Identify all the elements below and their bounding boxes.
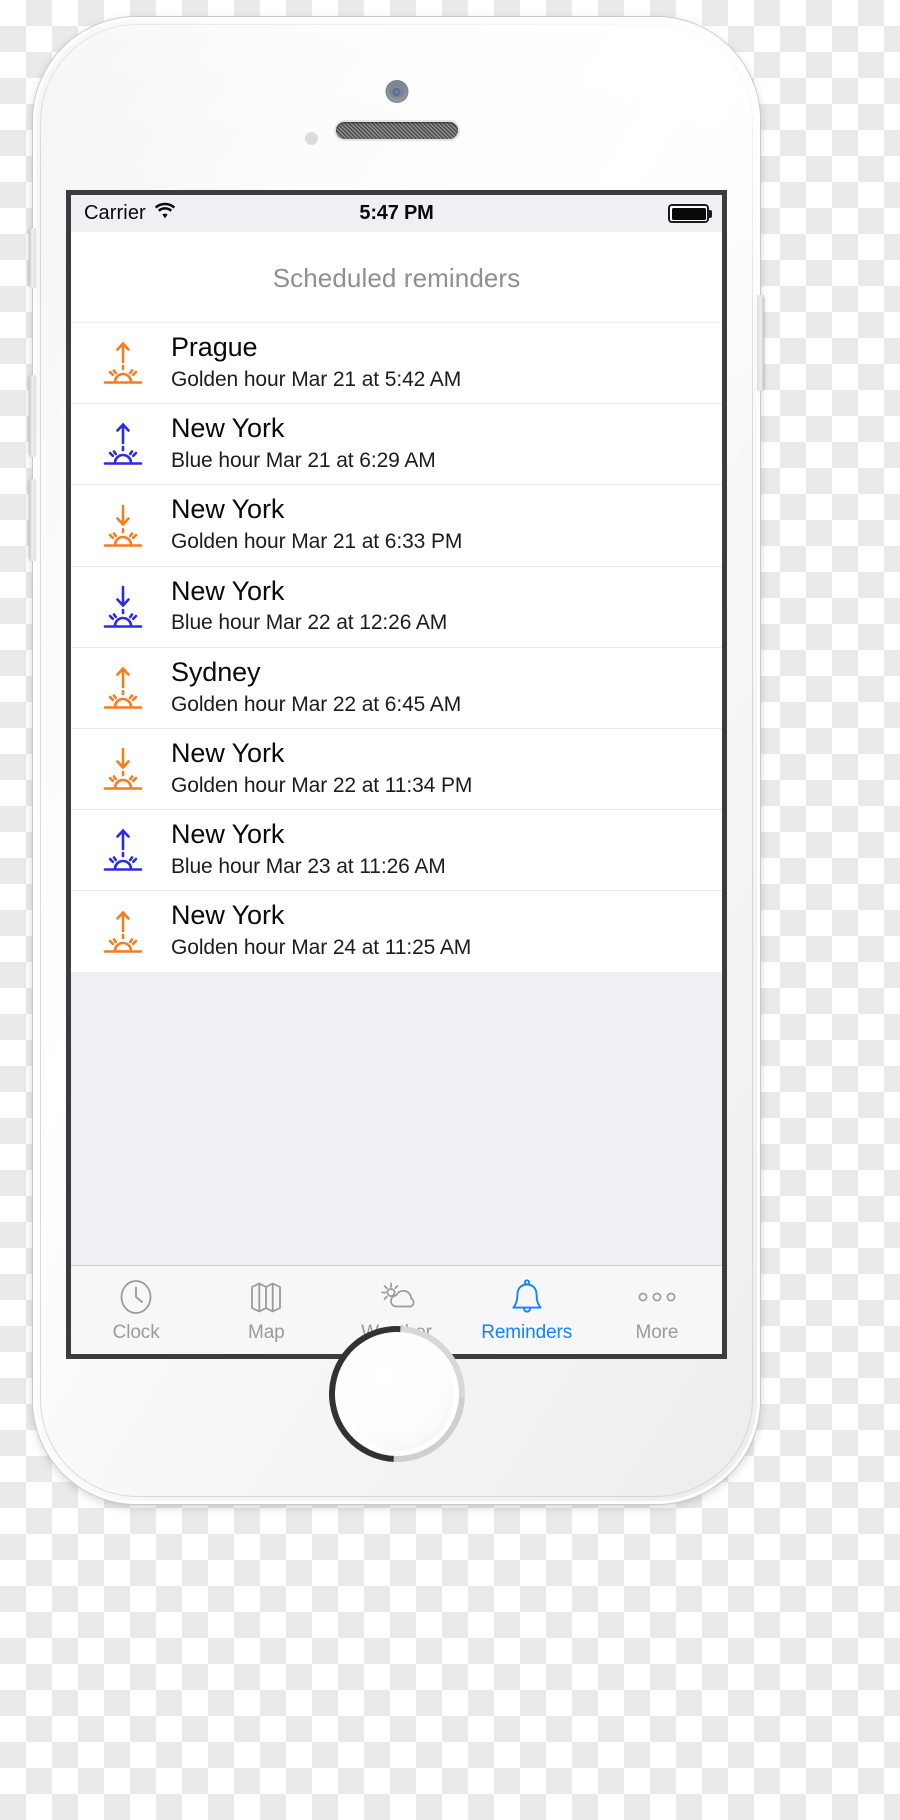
- status-bar-right: [668, 204, 712, 223]
- list-item-text: New York Blue hour Mar 21 at 6:29 AM: [171, 413, 722, 475]
- sun-cloud-icon: [377, 1277, 417, 1317]
- tab-more[interactable]: More: [592, 1266, 722, 1354]
- list-item-city: New York: [171, 413, 285, 444]
- sunset-down-arrow-icon: [95, 498, 151, 554]
- tab-reminders[interactable]: Reminders: [462, 1266, 592, 1354]
- sunset-down-arrow-icon: [95, 579, 151, 635]
- list-item-detail: Golden hour Mar 24 at 11:25 AM: [171, 936, 472, 960]
- screen-content: Scheduled reminders Prague Golden hour M…: [71, 232, 722, 1266]
- tab-map[interactable]: Map: [201, 1266, 331, 1354]
- sunset-down-arrow-icon: [95, 741, 151, 797]
- carrier-label: Carrier: [84, 202, 146, 224]
- power-button[interactable]: [757, 295, 764, 391]
- list-item-detail: Blue hour Mar 23 at 11:26 AM: [171, 855, 446, 879]
- list-item-detail: Golden hour Mar 22 at 11:34 PM: [171, 773, 473, 797]
- list-item-city: New York: [171, 819, 285, 850]
- sunrise-up-arrow-icon: [95, 660, 151, 716]
- reminders-list: Prague Golden hour Mar 21 at 5:42 AM New…: [71, 322, 722, 972]
- list-item[interactable]: Sydney Golden hour Mar 22 at 6:45 AM: [71, 646, 722, 729]
- list-item[interactable]: New York Golden hour Mar 24 at 11:25 AM: [71, 890, 722, 972]
- list-item-city: Sydney: [171, 656, 261, 687]
- volume-up-button[interactable]: [29, 375, 36, 457]
- list-item-detail: Golden hour Mar 22 at 6:45 AM: [171, 692, 462, 716]
- list-item-detail: Golden hour Mar 21 at 6:33 PM: [171, 530, 463, 554]
- bell-icon: [508, 1277, 546, 1317]
- list-item-detail: Blue hour Mar 22 at 12:26 AM: [171, 611, 448, 635]
- tab-label: Map: [247, 1321, 285, 1343]
- wifi-icon: [154, 202, 176, 225]
- tab-label: More: [635, 1321, 679, 1343]
- battery-cap: [709, 209, 712, 218]
- phone-screen: Carrier 5:47 PM Scheduled reminders Prag…: [71, 195, 722, 1354]
- proximity-sensor-icon: [305, 132, 318, 145]
- battery-fill: [671, 207, 706, 220]
- list-item-city: New York: [171, 738, 285, 769]
- list-item-detail: Golden hour Mar 21 at 5:42 AM: [171, 367, 462, 391]
- phone-device: Carrier 5:47 PM Scheduled reminders Prag…: [29, 17, 764, 1504]
- mute-switch-button[interactable]: [29, 228, 36, 288]
- battery-icon: [668, 204, 712, 223]
- tab-label: Clock: [112, 1321, 160, 1343]
- home-button[interactable]: [300, 1297, 493, 1491]
- list-item[interactable]: New York Golden hour Mar 22 at 11:34 PM: [71, 728, 722, 810]
- tab-label: Reminders: [481, 1321, 573, 1343]
- ellipsis-icon: [635, 1277, 679, 1317]
- status-bar-left: Carrier: [84, 202, 176, 225]
- list-item[interactable]: New York Golden hour Mar 21 at 6:33 PM: [71, 484, 722, 566]
- list-item-city: New York: [171, 494, 285, 525]
- tab-clock[interactable]: Clock: [71, 1266, 201, 1354]
- list-item[interactable]: New York Blue hour Mar 23 at 11:26 AM: [71, 809, 722, 891]
- empty-list-area: [71, 971, 722, 1266]
- earpiece-speaker: [335, 122, 458, 139]
- list-item[interactable]: New York Blue hour Mar 21 at 6:29 AM: [71, 403, 722, 485]
- list-item-detail: Blue hour Mar 21 at 6:29 AM: [171, 449, 436, 473]
- list-item-text: Prague Golden hour Mar 21 at 5:42 AM: [171, 332, 722, 394]
- list-item-text: New York Blue hour Mar 23 at 11:26 AM: [171, 819, 722, 881]
- volume-down-button[interactable]: [29, 479, 36, 561]
- list-item[interactable]: Prague Golden hour Mar 21 at 5:42 AM: [71, 322, 722, 404]
- clock-icon: [117, 1277, 155, 1317]
- page-title: Scheduled reminders: [71, 232, 722, 322]
- list-item-text: New York Golden hour Mar 24 at 11:25 AM: [171, 900, 722, 962]
- list-item-city: New York: [171, 575, 285, 606]
- list-item-text: New York Blue hour Mar 22 at 12:26 AM: [171, 576, 722, 638]
- list-item-text: New York Golden hour Mar 22 at 11:34 PM: [171, 738, 722, 800]
- sunrise-up-arrow-icon: [95, 335, 151, 391]
- home-button-surface: [344, 1342, 449, 1446]
- list-item-city: New York: [171, 900, 285, 931]
- list-item-text: New York Golden hour Mar 21 at 6:33 PM: [171, 494, 722, 556]
- status-bar: Carrier 5:47 PM: [71, 195, 722, 232]
- sunrise-up-arrow-icon: [95, 822, 151, 878]
- map-icon: [247, 1277, 285, 1317]
- sunrise-up-arrow-icon: [95, 904, 151, 960]
- list-item-city: Prague: [171, 332, 258, 362]
- list-item-text: Sydney Golden hour Mar 22 at 6:45 AM: [171, 657, 722, 719]
- front-camera-icon: [385, 80, 408, 103]
- sunrise-up-arrow-icon: [95, 416, 151, 472]
- list-item[interactable]: New York Blue hour Mar 22 at 12:26 AM: [71, 565, 722, 647]
